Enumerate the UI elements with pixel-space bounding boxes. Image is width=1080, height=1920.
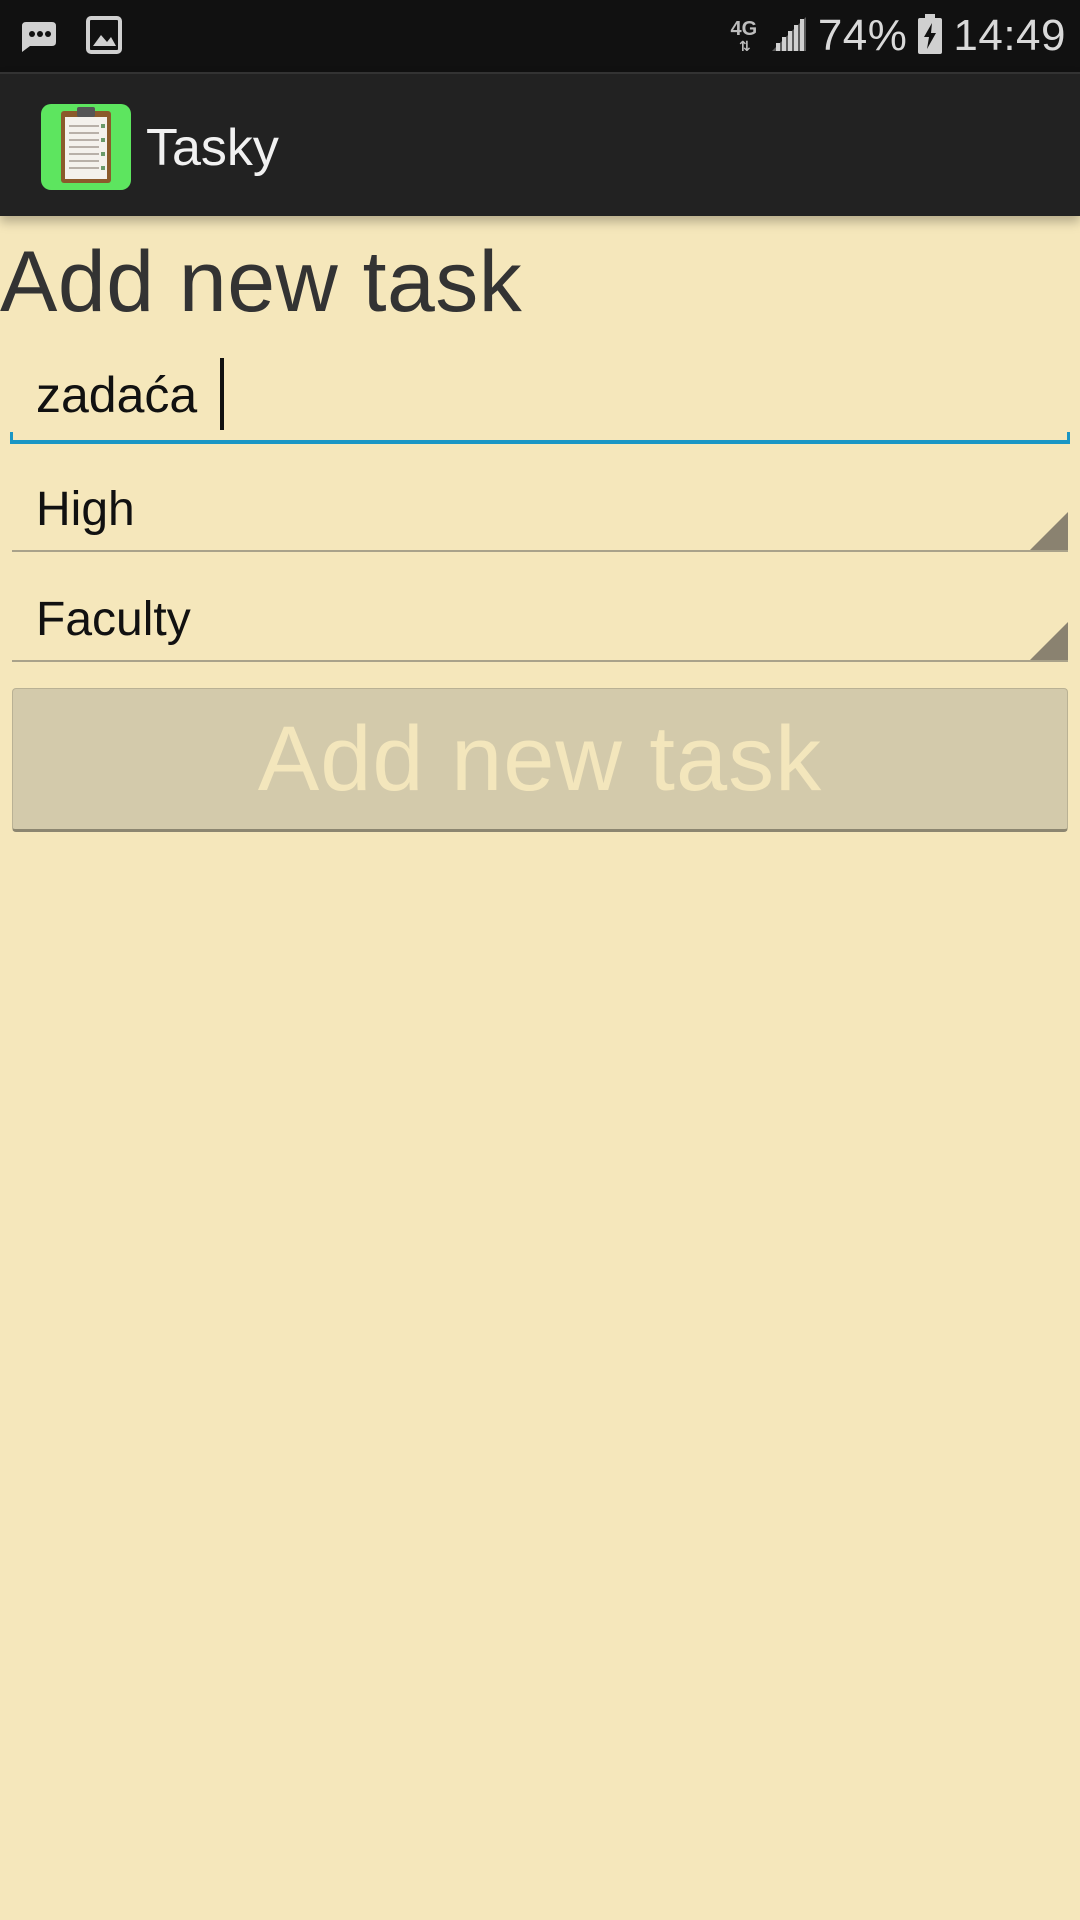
messenger-icon (18, 14, 60, 61)
category-selected-value: Faculty (36, 593, 191, 646)
status-bar: 4G ⇅ 74% 14:49 (0, 0, 1080, 72)
gallery-icon (86, 15, 122, 60)
priority-dropdown[interactable]: High (12, 462, 1068, 552)
dropdown-arrow-icon (1030, 622, 1068, 660)
clock: 14:49 (953, 11, 1066, 60)
add-task-button[interactable]: Add new task (12, 688, 1068, 832)
clipboard-icon (41, 104, 131, 190)
page-title: Add new task (0, 234, 523, 330)
action-bar: Tasky (0, 72, 1080, 216)
signal-icon (770, 15, 808, 58)
status-bar-notifications (18, 14, 122, 61)
battery-charging-icon (917, 13, 943, 60)
task-name-input-underline (10, 432, 1070, 444)
battery-percent: 74% (817, 11, 908, 60)
app-title: Tasky (146, 119, 279, 177)
category-dropdown[interactable]: Faculty (12, 572, 1068, 662)
priority-selected-value: High (36, 483, 135, 536)
dropdown-arrow-icon (1030, 512, 1068, 550)
task-name-input[interactable] (10, 348, 1068, 442)
text-cursor (220, 358, 224, 430)
network-4g-icon: 4G ⇅ (730, 18, 758, 54)
status-bar-system: 4G ⇅ 74% 14:49 (728, 0, 1066, 72)
